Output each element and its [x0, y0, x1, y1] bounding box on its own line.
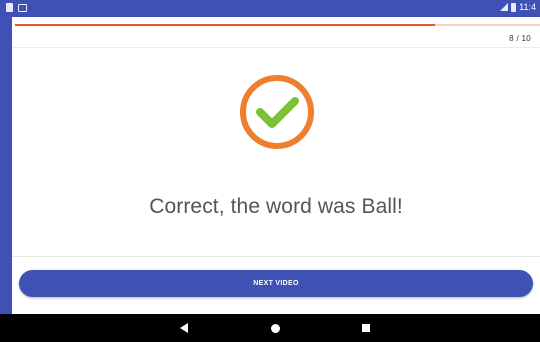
status-bar-right: 11:4 [500, 2, 536, 12]
bottom-divider [12, 256, 540, 257]
progress-bar [15, 24, 540, 26]
checkmark-icon [240, 75, 314, 149]
status-bar-left-icons [6, 3, 27, 12]
image-icon [18, 4, 27, 12]
progress-counter: 8 / 10 [509, 34, 531, 43]
back-icon[interactable] [180, 323, 188, 333]
recents-icon[interactable] [362, 324, 370, 332]
progress-fill [15, 24, 435, 26]
checkmark-tick [256, 97, 299, 128]
status-time: 11:4 [519, 2, 536, 12]
signal-icon [500, 3, 509, 11]
result-message: Correct, the word was Ball! [149, 195, 403, 218]
quiz-result-screen: 8 / 10 Correct, the word was Ball! NEXT … [12, 17, 540, 314]
checkmark-ring [240, 75, 314, 149]
status-bar: 11:4 [0, 0, 540, 17]
next-video-button[interactable]: NEXT VIDEO [19, 270, 533, 297]
battery-icon [511, 2, 517, 12]
sd-card-icon [6, 3, 13, 12]
navigation-bar [0, 314, 540, 342]
home-icon[interactable] [271, 324, 280, 333]
header-divider [12, 47, 540, 48]
